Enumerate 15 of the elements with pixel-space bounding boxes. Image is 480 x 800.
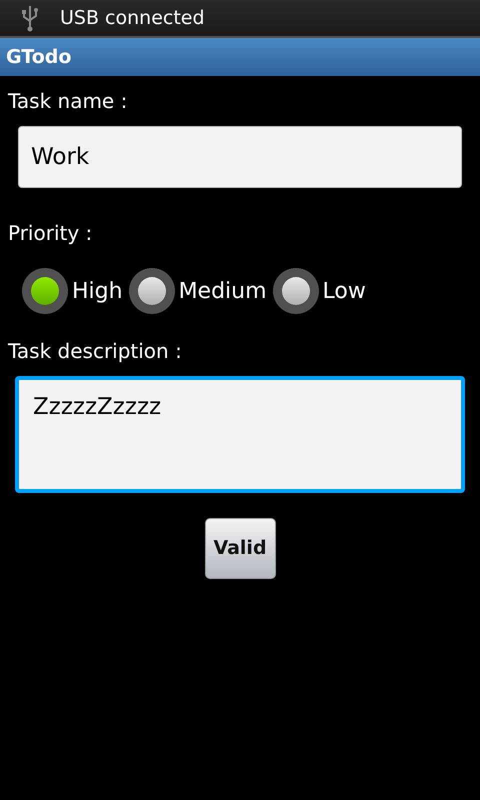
notification-text: USB connected [60,6,205,31]
task-name-label: Task name : [8,88,128,115]
task-description-label: Task description : [8,338,182,365]
radio-button[interactable] [22,268,68,314]
radio-label[interactable]: Low [322,274,366,308]
radio-label[interactable]: Medium [178,274,267,308]
radio-label[interactable]: High [72,274,123,308]
radio-button[interactable] [272,268,319,314]
task-name-field[interactable]: Work [18,126,462,188]
priority-label: Priority : [8,220,92,247]
usb-icon [20,4,40,32]
task-description-field[interactable]: ZzzzzZzzzz [15,376,465,493]
app-title: GTodo [6,44,72,70]
valid-button[interactable]: Valid [204,518,276,579]
radio-button[interactable] [128,268,175,314]
